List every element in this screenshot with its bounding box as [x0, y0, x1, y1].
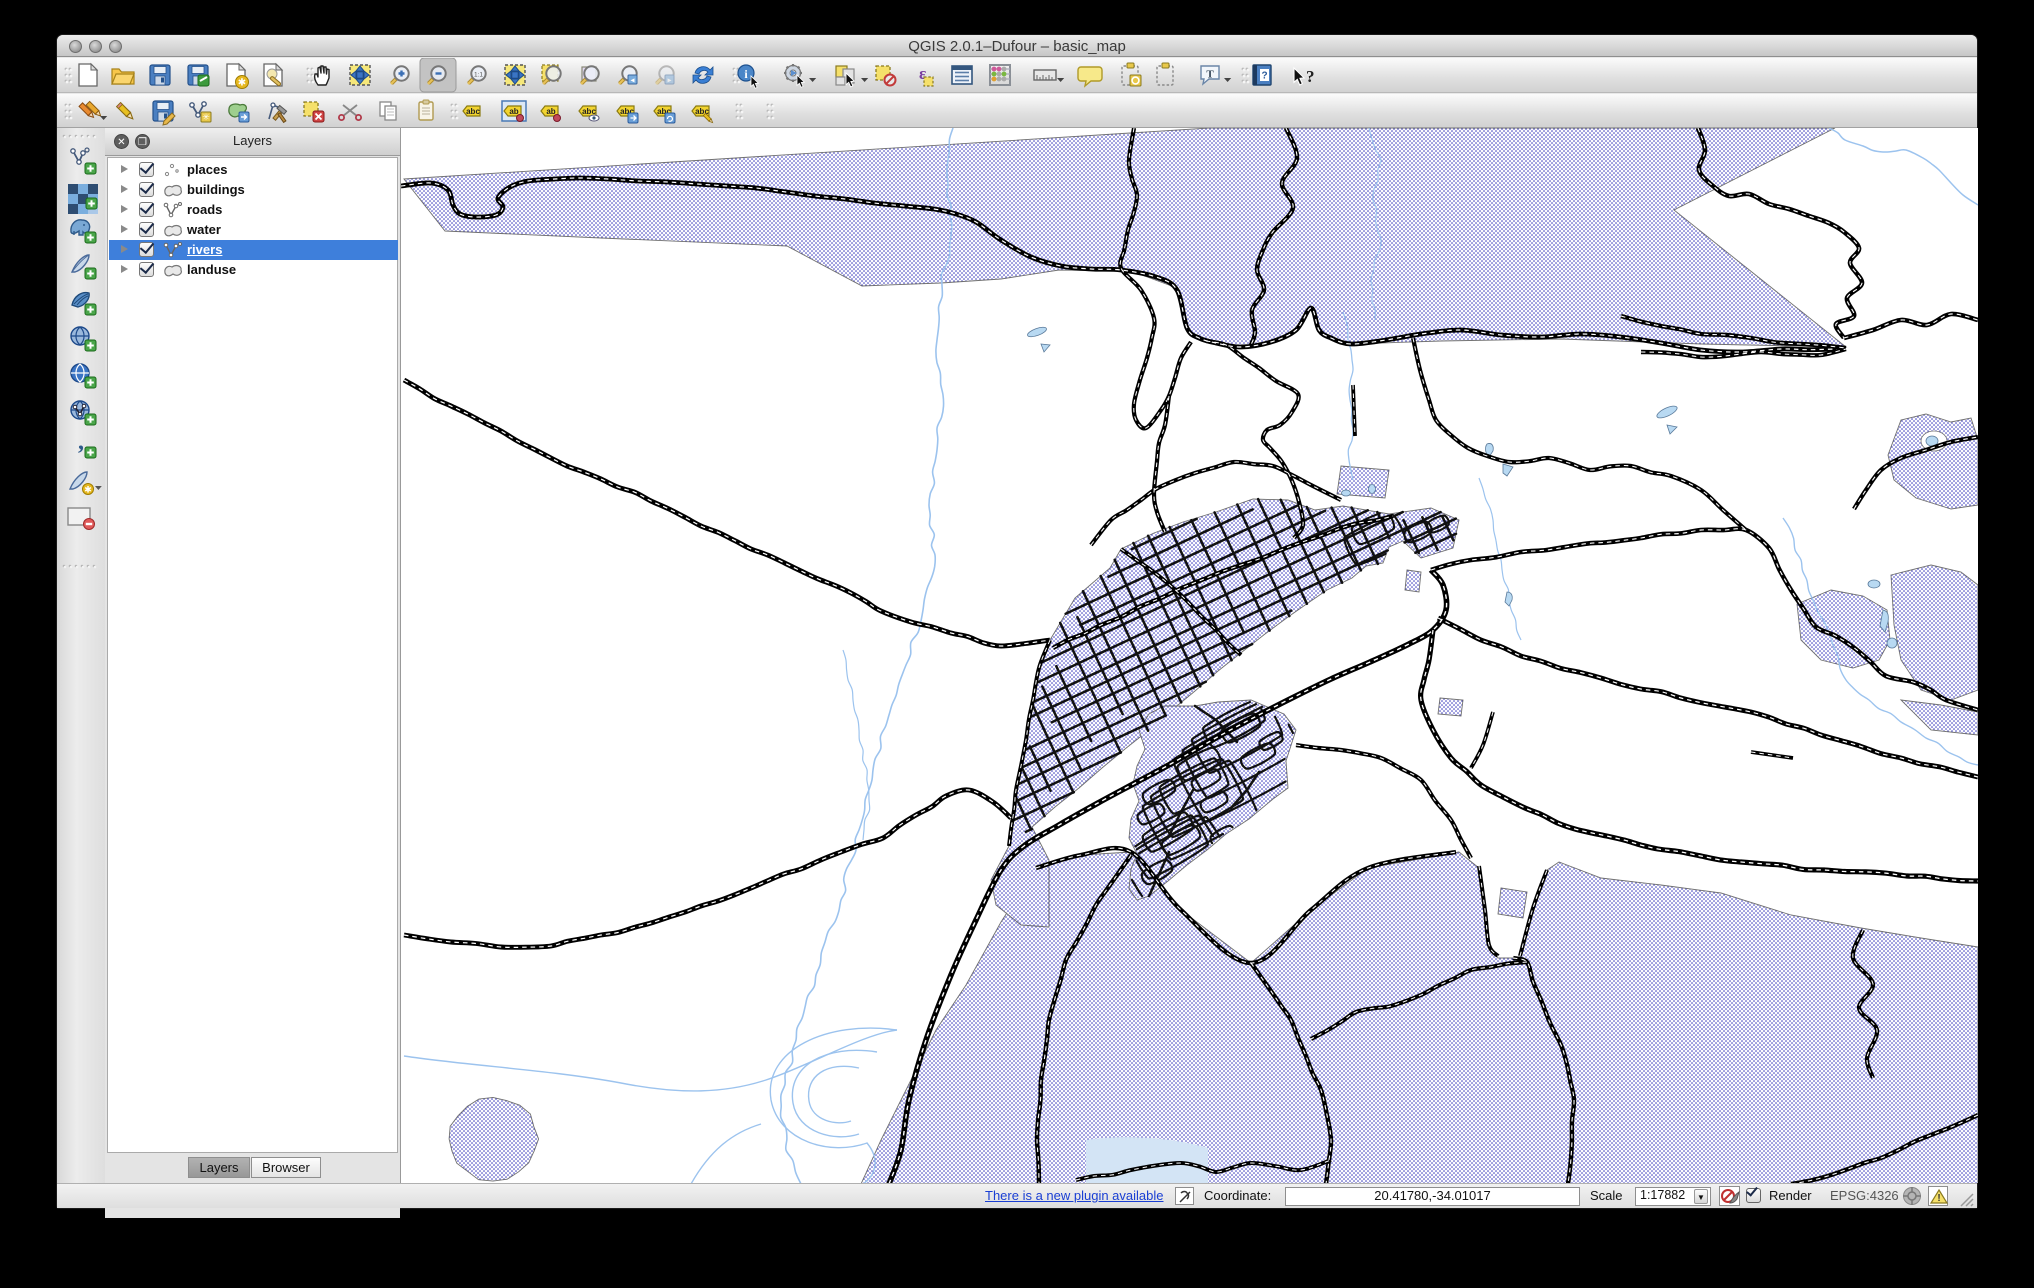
svg-text:T: T — [1206, 69, 1214, 81]
svg-text:✳: ✳ — [202, 112, 210, 122]
svg-text:◂: ◂ — [630, 75, 634, 84]
svg-text:!: ! — [1937, 1193, 1940, 1204]
svg-text:ab: ab — [546, 107, 555, 116]
svg-text:abc: abc — [466, 107, 480, 116]
svg-text:?: ? — [1306, 67, 1315, 86]
svg-text:▸: ▸ — [667, 75, 671, 84]
svg-text:,: , — [78, 429, 84, 455]
svg-text:✱: ✱ — [238, 78, 246, 89]
svg-text:ab: ab — [509, 107, 518, 116]
svg-text:1:1: 1:1 — [474, 72, 483, 79]
svg-text:✱: ✱ — [84, 485, 92, 495]
svg-text:?: ? — [1261, 71, 1267, 82]
